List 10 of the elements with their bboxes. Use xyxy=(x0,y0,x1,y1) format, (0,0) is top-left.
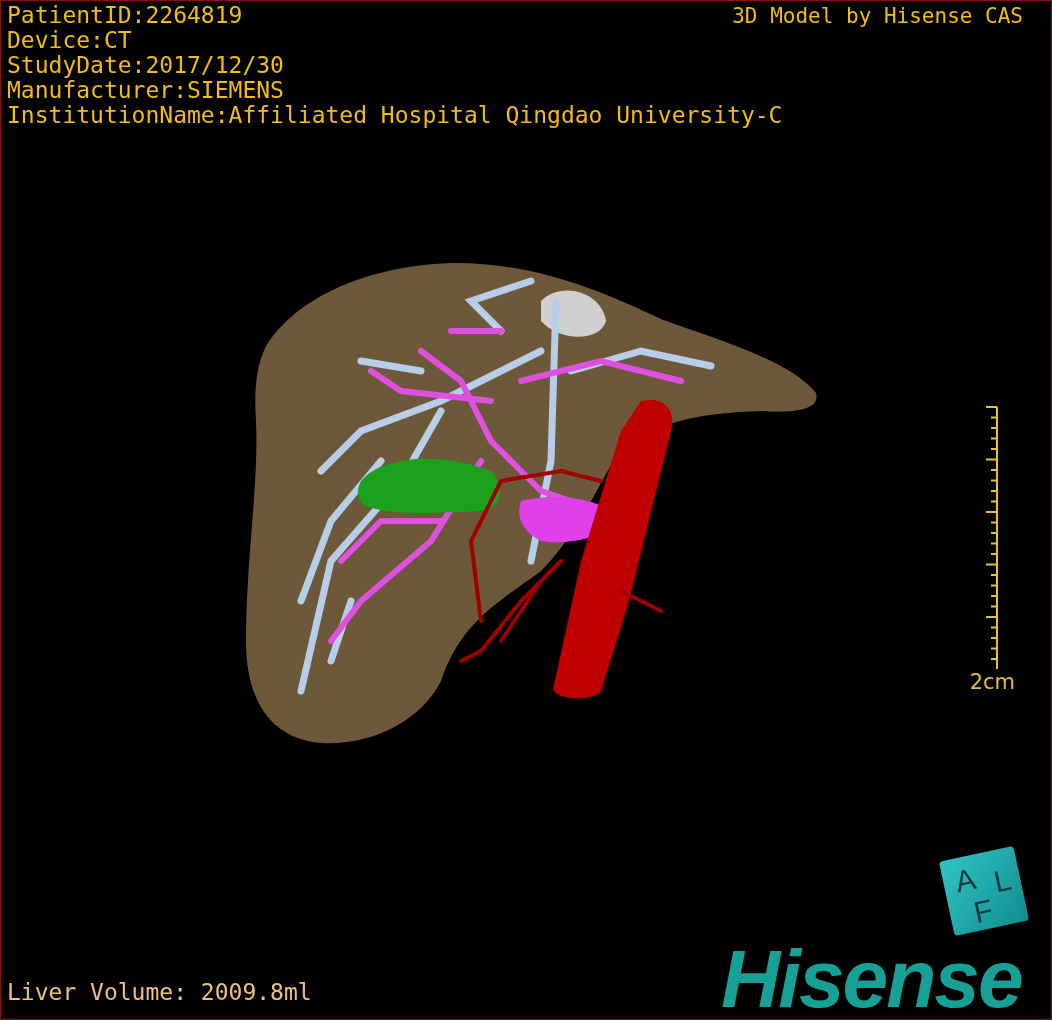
model-credit-text: 3D Model by Hisense CAS xyxy=(732,4,1023,29)
liver-volume-text: Liver Volume: 2009.8ml xyxy=(7,979,312,1005)
study-info-text: InstitutionName:Affiliated Hospital Qingdao University-C xyxy=(7,103,783,128)
scale-label: 2cm xyxy=(969,670,1015,694)
study-info-text: PatientID:2264819 xyxy=(7,3,243,28)
study-info-text: StudyDate:2017/12/30 xyxy=(7,53,284,78)
orientation-cube[interactable]: A L F xyxy=(938,845,1030,937)
study-info-text: Device:CT xyxy=(7,28,132,53)
study-info-text: Manufacturer:SIEMENS xyxy=(7,78,284,103)
logo-text: Hisense xyxy=(721,936,1022,1019)
